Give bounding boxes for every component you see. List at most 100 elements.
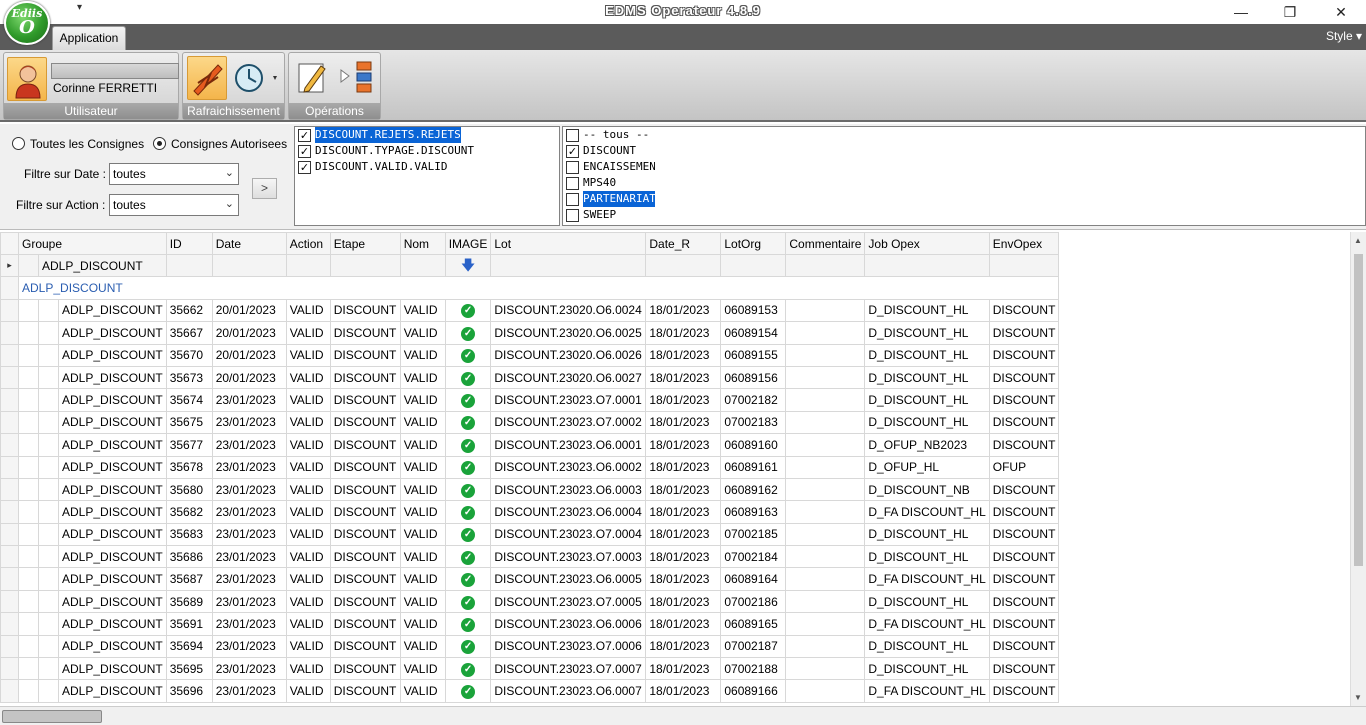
cell-lotorg[interactable]: 06089163 <box>720 500 787 524</box>
cell-image[interactable]: ✓ <box>444 477 492 502</box>
cell-date-r[interactable]: 18/01/2023 <box>645 365 722 390</box>
cell-lot[interactable]: DISCOUNT.23020.O6.0027 <box>490 365 647 390</box>
cell-commentaire[interactable] <box>785 298 866 323</box>
cell-id[interactable]: 35670 <box>165 343 213 367</box>
cell-date-r[interactable]: 18/01/2023 <box>645 321 722 345</box>
cell-job-opex[interactable]: D_FA DISCOUNT_HL <box>864 612 990 636</box>
cell-groupe[interactable]: ADLP_DISCOUNT <box>58 522 167 547</box>
user-icon[interactable] <box>7 57 47 101</box>
cell-groupe[interactable]: ADLP_DISCOUNT <box>58 500 167 524</box>
cell-envopex[interactable]: DISCOUNT <box>988 321 1060 345</box>
cell-lot[interactable]: DISCOUNT.23020.O6.0025 <box>490 321 647 345</box>
cell-date-r[interactable]: 18/01/2023 <box>645 522 722 547</box>
group-filter-cell[interactable] <box>329 253 401 278</box>
table-row[interactable]: ADLP_DISCOUNT 35696 23/01/2023 VALID DISCOUN… <box>0 679 1060 703</box>
cell-envopex[interactable]: DISCOUNT <box>988 298 1060 323</box>
cell-date[interactable]: 23/01/2023 <box>211 433 287 457</box>
cell-date-r[interactable]: 18/01/2023 <box>645 388 722 412</box>
cell-nom[interactable]: VALID <box>399 657 446 681</box>
cell-job-opex[interactable]: D_FA DISCOUNT_HL <box>864 567 990 591</box>
checkbox[interactable] <box>566 209 579 222</box>
radio-authorized-consignes[interactable]: Consignes Autorisees <box>153 137 287 151</box>
cell-date-r[interactable]: 18/01/2023 <box>645 634 722 659</box>
cell-id[interactable]: 35696 <box>165 679 213 703</box>
cell-image[interactable]: ✓ <box>444 343 492 367</box>
cell-id[interactable]: 35680 <box>165 477 213 502</box>
cell-date-r[interactable]: 18/01/2023 <box>645 455 722 479</box>
cell-lot[interactable]: DISCOUNT.23023.O6.0007 <box>490 679 647 703</box>
cell-image[interactable]: ✓ <box>444 679 492 703</box>
cell-groupe[interactable]: ADLP_DISCOUNT <box>58 679 167 703</box>
cell-etape[interactable]: DISCOUNT <box>329 657 401 681</box>
cell-job-opex[interactable]: D_DISCOUNT_HL <box>864 634 990 659</box>
column-header-nom[interactable]: Nom <box>399 232 446 255</box>
cell-job-opex[interactable]: D_DISCOUNT_HL <box>864 545 990 569</box>
group-filter-cell[interactable] <box>165 253 213 278</box>
cell-id[interactable]: 35695 <box>165 657 213 681</box>
checkbox-checked[interactable]: ✓ <box>298 145 311 158</box>
cell-envopex[interactable]: DISCOUNT <box>988 500 1060 524</box>
cell-nom[interactable]: VALID <box>399 343 446 367</box>
cell-job-opex[interactable]: D_DISCOUNT_HL <box>864 388 990 412</box>
row-indicator[interactable] <box>0 589 19 614</box>
cell-commentaire[interactable] <box>785 455 866 479</box>
cell-image[interactable]: ✓ <box>444 433 492 457</box>
edit-button[interactable] <box>295 58 329 98</box>
cell-action[interactable]: VALID <box>285 679 331 703</box>
cell-job-opex[interactable]: D_FA DISCOUNT_HL <box>864 500 990 524</box>
row-indicator[interactable] <box>0 433 19 457</box>
cell-id[interactable]: 35673 <box>165 365 213 390</box>
cell-lotorg[interactable]: 06089154 <box>720 321 787 345</box>
vertical-scrollbar[interactable]: ▲ ▼ <box>1350 232 1366 706</box>
cell-commentaire[interactable] <box>785 365 866 390</box>
row-indicator[interactable] <box>0 343 19 367</box>
row-indicator[interactable] <box>0 455 19 479</box>
cell-nom[interactable]: VALID <box>399 298 446 323</box>
cell-groupe[interactable]: ADLP_DISCOUNT <box>58 589 167 614</box>
group-filter-cell[interactable] <box>211 253 287 278</box>
cell-lot[interactable]: DISCOUNT.23023.O6.0003 <box>490 477 647 502</box>
cell-image[interactable]: ✓ <box>444 545 492 569</box>
cell-envopex[interactable]: DISCOUNT <box>988 612 1060 636</box>
cell-etape[interactable]: DISCOUNT <box>329 433 401 457</box>
cell-lotorg[interactable]: 06089166 <box>720 679 787 703</box>
row-indicator[interactable] <box>0 500 19 524</box>
cell-date-r[interactable]: 18/01/2023 <box>645 612 722 636</box>
row-indicator[interactable] <box>0 365 19 390</box>
cell-id[interactable]: 35675 <box>165 410 213 435</box>
cell-date[interactable]: 20/01/2023 <box>211 298 287 323</box>
table-row[interactable]: ADLP_DISCOUNT 35687 23/01/2023 VALID DISCOUN… <box>0 567 1060 591</box>
cell-id[interactable]: 35667 <box>165 321 213 345</box>
cell-commentaire[interactable] <box>785 522 866 547</box>
operation-item[interactable]: ENCAISSEMENT <box>563 159 1365 175</box>
cell-date[interactable]: 23/01/2023 <box>211 388 287 412</box>
cell-lot[interactable]: DISCOUNT.23023.O7.0004 <box>490 522 647 547</box>
cell-envopex[interactable]: DISCOUNT <box>988 589 1060 614</box>
cell-lot[interactable]: DISCOUNT.23023.O7.0001 <box>490 388 647 412</box>
cell-id[interactable]: 35677 <box>165 433 213 457</box>
cell-commentaire[interactable] <box>785 679 866 703</box>
cell-job-opex[interactable]: D_DISCOUNT_HL <box>864 522 990 547</box>
cell-envopex[interactable]: DISCOUNT <box>988 657 1060 681</box>
cell-date-r[interactable]: 18/01/2023 <box>645 343 722 367</box>
column-header-date[interactable]: Date <box>211 232 287 255</box>
cell-envopex[interactable]: DISCOUNT <box>988 522 1060 547</box>
cell-date[interactable]: 23/01/2023 <box>211 410 287 435</box>
cell-nom[interactable]: VALID <box>399 388 446 412</box>
consigne-type-item[interactable]: ✓ DISCOUNT.REJETS.REJETS <box>295 127 559 143</box>
cell-lotorg[interactable]: 07002187 <box>720 634 787 659</box>
cell-commentaire[interactable] <box>785 477 866 502</box>
scroll-down-icon[interactable]: ▼ <box>1354 693 1362 702</box>
cell-etape[interactable]: DISCOUNT <box>329 298 401 323</box>
cell-commentaire[interactable] <box>785 343 866 367</box>
cell-etape[interactable]: DISCOUNT <box>329 634 401 659</box>
cell-lotorg[interactable]: 06089155 <box>720 343 787 367</box>
cell-groupe[interactable]: ADLP_DISCOUNT <box>58 545 167 569</box>
column-header-date-r[interactable]: Date_R <box>645 232 722 255</box>
table-row[interactable]: ADLP_DISCOUNT 35689 23/01/2023 VALID DISCOUN… <box>0 589 1060 614</box>
cell-image[interactable]: ✓ <box>444 612 492 636</box>
cell-nom[interactable]: VALID <box>399 410 446 435</box>
table-row[interactable]: ADLP_DISCOUNT 35673 20/01/2023 VALID DISCOUN… <box>0 365 1060 390</box>
cell-groupe[interactable]: ADLP_DISCOUNT <box>58 612 167 636</box>
cell-date-r[interactable]: 18/01/2023 <box>645 477 722 502</box>
